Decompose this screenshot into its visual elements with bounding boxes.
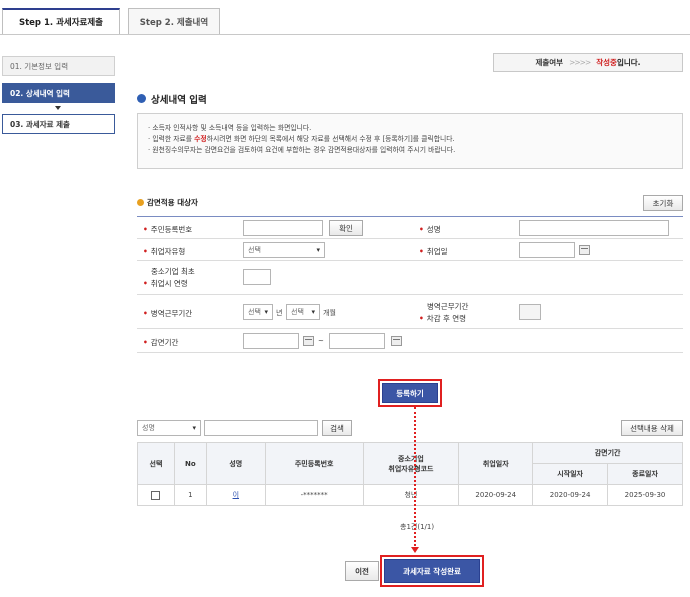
complete-highlight: 과세자료 작성완료 bbox=[380, 555, 484, 587]
flow-connector bbox=[414, 407, 416, 550]
age-input[interactable] bbox=[243, 269, 271, 285]
row-end-date: 2025-09-30 bbox=[607, 484, 683, 506]
total-count: 총1건(1/1) bbox=[400, 523, 435, 531]
page-title: 상세내역 입력 bbox=[151, 95, 207, 106]
form-row-type: • 취업자유형 선택 ▾ • 취업일 bbox=[137, 239, 683, 261]
table-row[interactable]: 1 이 -******* 청년 2020-09-24 2020-09-24 20… bbox=[137, 484, 683, 506]
reduction-start-input[interactable] bbox=[243, 333, 299, 349]
col-reduction-period: 감면기간 bbox=[532, 442, 683, 464]
target-list-table: 선택 No 성명 주민등록번호 중소기업 취업자유형코드 취업일자 감면기간 시작… bbox=[137, 442, 683, 506]
type-label: • 취업자유형 bbox=[143, 247, 186, 256]
section-bullet-icon bbox=[137, 94, 146, 103]
form-row-military: • 병역근무기간 선택 ▾ 년 선택 ▾ 개월 병역근무기간 • 차감 후 연령 bbox=[137, 295, 683, 329]
subsection-title: 감면적용 대상자 bbox=[147, 198, 198, 207]
year-unit: 년 bbox=[276, 309, 283, 317]
search-button[interactable]: 검색 bbox=[322, 420, 352, 436]
col-start-date: 시작일자 bbox=[532, 463, 609, 485]
col-type-code: 중소기업 취업자유형코드 bbox=[362, 442, 460, 485]
col-no: No bbox=[173, 442, 207, 485]
reduction-target-form: • 주민등록번호 확인 • 성명 • 취업자유형 선택 ▾ • 취업일 중소기업 최초 •… bbox=[137, 216, 683, 353]
calendar-icon[interactable] bbox=[391, 336, 402, 346]
form-row-age: 중소기업 최초 • 취업시 연령 bbox=[137, 261, 683, 295]
col-name: 성명 bbox=[205, 442, 266, 485]
arrow-down-icon bbox=[411, 547, 419, 553]
row-start-date: 2020-09-24 bbox=[532, 484, 609, 506]
subsection-bullet-icon bbox=[137, 199, 144, 206]
rrn-label: • 주민등록번호 bbox=[143, 225, 193, 234]
notice-highlight: 수정 bbox=[194, 135, 207, 143]
row-hire-date: 2020-09-24 bbox=[458, 484, 534, 506]
reset-button[interactable]: 초기화 bbox=[643, 195, 683, 211]
tab-step1[interactable]: Step 1. 과세자료제출 bbox=[2, 8, 120, 34]
military-month-select[interactable]: 선택 ▾ bbox=[286, 304, 320, 320]
notice-line-3: · 원천징수의무자는 감면요건을 검토하여 요건에 부합하는 경우 감면적용대상… bbox=[148, 146, 456, 154]
prev-button[interactable]: 이전 bbox=[345, 561, 379, 581]
calendar-icon[interactable] bbox=[303, 336, 314, 346]
month-unit: 개월 bbox=[323, 309, 336, 317]
status-label: 제출여부 bbox=[535, 58, 564, 67]
row-rrn: -******* bbox=[264, 484, 364, 506]
military-year-select[interactable]: 선택 ▾ bbox=[243, 304, 273, 320]
row-name-link[interactable]: 이 bbox=[205, 484, 266, 506]
row-no: 1 bbox=[173, 484, 207, 506]
col-end-date: 종료일자 bbox=[607, 463, 683, 485]
search-select[interactable]: 성명 ▾ bbox=[137, 420, 201, 436]
register-highlight: 등록하기 bbox=[378, 379, 442, 407]
calendar-icon[interactable] bbox=[579, 245, 590, 255]
notice-line-1: · 소득자 인적사항 및 소득내역 등을 입력하는 화면입니다. bbox=[148, 124, 312, 132]
tab-step2[interactable]: Step 2. 제출내역 bbox=[128, 8, 220, 34]
complete-button[interactable]: 과세자료 작성완료 bbox=[384, 559, 480, 583]
status-arrows: >>>> bbox=[569, 58, 591, 67]
age-label-line2: • 취업시 연령 bbox=[143, 279, 188, 288]
chevron-down-icon: ▾ bbox=[311, 308, 315, 316]
military-age-label-line1: 병역근무기간 bbox=[427, 302, 469, 311]
form-row-rrn: • 주민등록번호 확인 • 성명 bbox=[137, 217, 683, 239]
reduction-end-input[interactable] bbox=[329, 333, 385, 349]
name-label: • 성명 bbox=[419, 225, 441, 234]
rrn-input[interactable] bbox=[243, 220, 323, 236]
name-input[interactable] bbox=[519, 220, 669, 236]
military-age-input[interactable] bbox=[519, 304, 541, 320]
chevron-down-icon: ▾ bbox=[264, 308, 268, 316]
chevron-down-icon: ▾ bbox=[192, 424, 196, 432]
age-label-line1: 중소기업 최초 bbox=[151, 267, 195, 276]
military-age-label-line2: • 차감 후 연령 bbox=[419, 314, 467, 323]
type-select[interactable]: 선택 ▾ bbox=[243, 242, 325, 258]
row-checkbox[interactable] bbox=[151, 490, 161, 500]
tab-divider bbox=[0, 34, 690, 35]
row-select-cell bbox=[137, 484, 175, 506]
submit-status-bar: 제출여부 >>>> 작성중입니다. bbox=[493, 53, 683, 72]
step-submit[interactable]: 03. 과세자료 제출 bbox=[2, 114, 115, 134]
military-label: • 병역근무기간 bbox=[143, 309, 193, 318]
col-hire-date: 취업일자 bbox=[458, 442, 534, 485]
row-type-code: 청년 bbox=[362, 484, 460, 506]
step-basic-info[interactable]: 01. 기본정보 입력 bbox=[2, 56, 115, 76]
range-tilde: ~ bbox=[318, 337, 324, 345]
reduction-label: • 감면기간 bbox=[143, 338, 179, 347]
hire-date-label: • 취업일 bbox=[419, 247, 448, 256]
form-row-reduction: • 감면기간 ~ bbox=[137, 329, 683, 353]
verify-button[interactable]: 확인 bbox=[329, 220, 363, 236]
notice-box: · 소득자 인적사항 및 소득내역 등을 입력하는 화면입니다. · 입력한 자… bbox=[137, 113, 683, 169]
status-suffix: 입니다. bbox=[616, 58, 641, 67]
status-value: 작성중 bbox=[596, 58, 617, 67]
chevron-down-icon: ▾ bbox=[316, 246, 320, 254]
search-input[interactable] bbox=[204, 420, 318, 436]
hire-date-input[interactable] bbox=[519, 242, 575, 258]
step-detail-input[interactable]: 02. 상세내역 입력 bbox=[2, 83, 115, 103]
delete-selected-button[interactable]: 선택내용 삭제 bbox=[621, 420, 683, 436]
register-button[interactable]: 등록하기 bbox=[382, 383, 438, 403]
col-rrn: 주민등록번호 bbox=[264, 442, 364, 485]
notice-line-2: · 입력한 자료를 수정하시려면 화면 하단의 목록에서 해당 자료를 선택해서… bbox=[148, 135, 455, 143]
col-select: 선택 bbox=[137, 442, 175, 485]
step-arrow-icon bbox=[55, 106, 61, 110]
